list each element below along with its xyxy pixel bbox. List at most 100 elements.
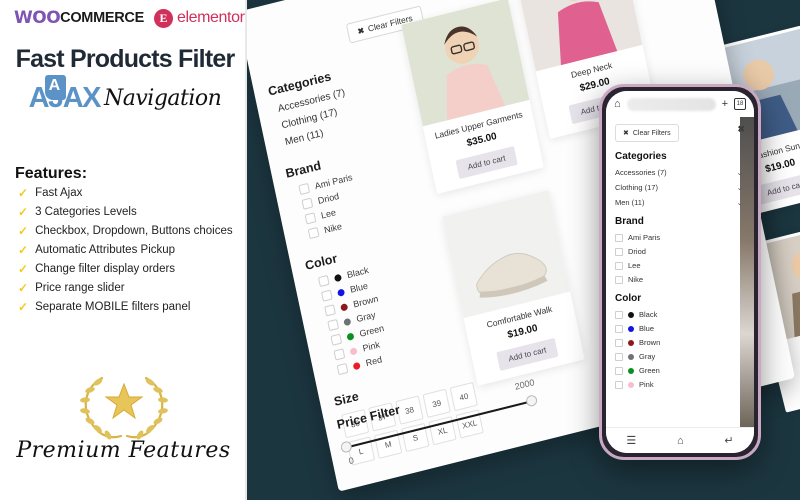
add-to-cart-button[interactable]: Add to cart (455, 145, 519, 180)
tab-count-icon[interactable]: 18 (734, 98, 746, 110)
categories-filter: Categories Accessories (7) Clothing (17)… (267, 54, 407, 150)
mobile-color-option[interactable]: Blue (615, 324, 745, 333)
feature-label: Fast Ajax (35, 187, 83, 199)
color-swatch-icon (349, 346, 358, 356)
checkbox-icon[interactable] (307, 226, 320, 240)
checkbox-icon[interactable] (615, 261, 623, 270)
mobile-color-label: Gray (639, 352, 656, 361)
feature-item: ✓ 3 Categories Levels (18, 204, 243, 220)
feature-label: 3 Categories Levels (35, 206, 137, 218)
checkbox-icon[interactable] (615, 338, 623, 347)
check-icon: ✓ (18, 243, 29, 257)
feature-label: Automatic Attributes Pickup (35, 244, 176, 256)
mockup-stage: Fashion Sun $19.00 Add to cart Women's T… (247, 0, 800, 500)
mobile-clear-filters-button[interactable]: ✖ Clear Filters (615, 124, 679, 142)
navigation-wordmark: Navigation (104, 86, 222, 111)
features-heading: Features: (15, 165, 88, 182)
feature-label: Price range slider (35, 282, 125, 294)
checkbox-icon[interactable] (321, 289, 333, 302)
home-icon[interactable]: ⌂ (614, 98, 621, 110)
address-bar-input[interactable] (626, 97, 716, 111)
color-label: Gray (355, 309, 377, 325)
menu-icon[interactable]: ☰ (626, 434, 636, 447)
checkbox-icon[interactable] (333, 348, 346, 361)
add-to-cart-button[interactable]: Add to cart (495, 337, 559, 372)
mobile-brand-label: Ami Paris (628, 233, 661, 242)
checkbox-icon[interactable] (317, 274, 330, 288)
page-title: Fast Products Filter (15, 45, 236, 73)
checkbox-icon[interactable] (615, 247, 623, 256)
feature-item: ✓ Checkbox, Dropdown, Buttons choices (18, 223, 243, 239)
price-max-handle[interactable] (525, 394, 539, 408)
checkbox-icon[interactable] (615, 366, 623, 375)
mobile-category-row[interactable]: Accessories (7) ⌄ (615, 168, 745, 177)
checkbox-icon[interactable] (324, 304, 336, 317)
mobile-color-option[interactable]: Green (615, 366, 745, 375)
elementor-badge-icon: E (153, 8, 173, 28)
mobile-brand-label: Driod (628, 247, 646, 256)
close-icon: ✖ (623, 130, 629, 137)
mobile-brand-label: Nike (628, 275, 644, 284)
product-card[interactable]: Ladies Upper Garments $35.00 Add to cart (401, 0, 544, 194)
product-card[interactable]: Comfortable Walk $19.00 Add to cart (441, 189, 585, 386)
mobile-color-option[interactable]: Brown (615, 338, 745, 347)
check-icon: ✓ (18, 224, 29, 238)
mobile-color-label: Black (639, 310, 658, 319)
mobile-color-label: Green (639, 366, 660, 375)
mobile-brand-option[interactable]: Lee (615, 261, 745, 270)
elementor-logo: E elementor (153, 8, 245, 28)
color-swatch-icon (333, 273, 342, 282)
checkbox-icon[interactable] (298, 182, 311, 196)
checkbox-icon[interactable] (304, 212, 317, 225)
checkbox-icon[interactable] (615, 380, 623, 389)
mobile-categories-heading: Categories (615, 151, 667, 162)
poster-root: WOO COMMERCE E elementor Fast Products F… (0, 0, 800, 500)
checkbox-icon[interactable] (336, 362, 349, 376)
premium-features-badge: Premium Features (0, 370, 245, 463)
mobile-brand-option[interactable]: Nike (615, 275, 745, 284)
mobile-browser-bar: ⌂ + 18 (606, 91, 754, 117)
ajax-navigation-logo: AJAX Navigation (10, 75, 240, 115)
mobile-brand-option[interactable]: Ami Paris (615, 233, 745, 242)
checkbox-icon[interactable] (301, 197, 314, 210)
mobile-color-option[interactable]: Pink (615, 380, 745, 389)
left-info-panel: WOO COMMERCE E elementor Fast Products F… (0, 0, 247, 500)
color-label: Red (364, 354, 383, 369)
checkbox-icon[interactable] (327, 318, 340, 332)
checkbox-icon[interactable] (615, 352, 623, 361)
add-to-cart-button[interactable]: Add to cart (754, 171, 800, 206)
close-icon: ✖ (356, 25, 366, 36)
feature-label: Checkbox, Dropdown, Buttons choices (35, 225, 233, 237)
color-label: Blue (349, 280, 369, 295)
color-swatch-icon (628, 367, 634, 374)
checkbox-icon[interactable] (330, 333, 343, 346)
home-icon[interactable]: ⌂ (677, 435, 684, 447)
mobile-color-label: Brown (639, 338, 661, 347)
product-image (441, 189, 571, 319)
mobile-color-option[interactable]: Black (615, 310, 745, 319)
feature-item: ✓ Fast Ajax (18, 185, 243, 201)
features-list: ✓ Fast Ajax ✓ 3 Categories Levels ✓ Chec… (18, 185, 243, 318)
woocommerce-mark: WOO (14, 8, 61, 28)
back-icon[interactable]: ↵ (724, 434, 733, 447)
checkbox-icon[interactable] (615, 310, 623, 319)
checkbox-icon[interactable] (615, 324, 623, 333)
color-swatch-icon (346, 331, 355, 341)
mobile-color-option[interactable]: Gray (615, 352, 745, 361)
checkbox-icon[interactable] (615, 275, 623, 284)
color-swatch-icon (628, 353, 634, 360)
check-icon: ✓ (18, 300, 29, 314)
mobile-category-row[interactable]: Clothing (17) ⌄ (615, 183, 745, 192)
mobile-brand-option[interactable]: Driod (615, 247, 745, 256)
new-tab-icon[interactable]: + (722, 98, 728, 110)
checkbox-icon[interactable] (615, 233, 623, 242)
color-label: Black (346, 264, 370, 281)
product-grid: Ladies Upper Garments $35.00 Add to cart… (397, 0, 688, 386)
mobile-filters-panel: ✖ Clear Filters ✖ Categories Accessories… (606, 117, 754, 427)
mobile-category-row[interactable]: Men (11) ⌄ (615, 198, 745, 207)
color-label: Brown (352, 293, 380, 310)
android-nav-bar: ☰ ⌂ ↵ (606, 427, 754, 453)
check-icon: ✓ (18, 281, 29, 295)
mobile-brand-heading: Brand (615, 216, 644, 227)
brand-filter: Brand Ami Paris Driod Lee Nike (284, 136, 426, 242)
